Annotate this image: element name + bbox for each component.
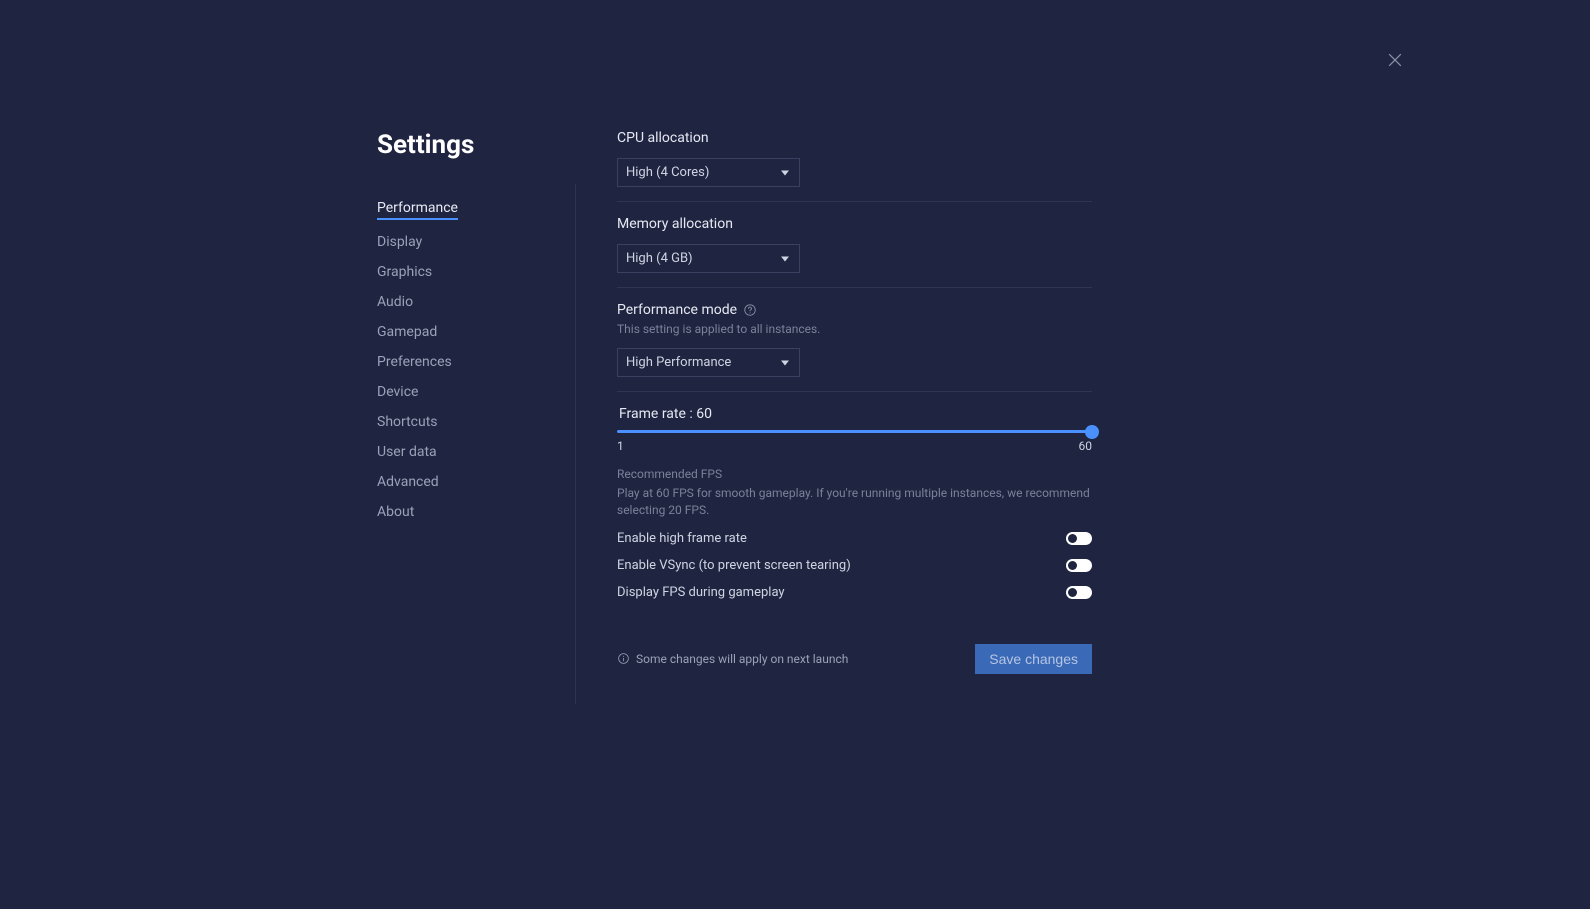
- frame-rate-label: Frame rate : 60: [619, 406, 1092, 422]
- vertical-divider: [575, 184, 576, 704]
- frame-rate-min: 1: [617, 439, 624, 453]
- enable-high-frame-rate-label: Enable high frame rate: [617, 531, 747, 546]
- memory-allocation-label: Memory allocation: [617, 216, 1092, 232]
- toggle-knob: [1068, 534, 1077, 543]
- memory-allocation-select[interactable]: High (4 GB): [617, 244, 800, 273]
- nav-item-advanced[interactable]: Advanced: [377, 474, 439, 490]
- enable-vsync-label: Enable VSync (to prevent screen tearing): [617, 558, 851, 573]
- nav-item-graphics[interactable]: Graphics: [377, 264, 432, 280]
- footer-note: Some changes will apply on next launch: [636, 652, 848, 666]
- cpu-allocation-select[interactable]: High (4 Cores): [617, 158, 800, 187]
- display-fps-label: Display FPS during gameplay: [617, 585, 785, 600]
- help-icon[interactable]: [743, 303, 757, 317]
- display-fps-toggle[interactable]: [1066, 586, 1092, 599]
- nav-item-gamepad[interactable]: Gamepad: [377, 324, 437, 340]
- recommended-fps-text: Play at 60 FPS for smooth gameplay. If y…: [617, 485, 1092, 519]
- chevron-down-icon: [781, 256, 789, 261]
- nav-item-user-data[interactable]: User data: [377, 444, 437, 460]
- info-icon: [617, 652, 630, 665]
- nav-item-shortcuts[interactable]: Shortcuts: [377, 414, 438, 430]
- toggle-knob: [1068, 588, 1077, 597]
- performance-mode-value: High Performance: [626, 355, 731, 370]
- cpu-allocation-value: High (4 Cores): [626, 165, 709, 180]
- memory-allocation-value: High (4 GB): [626, 251, 693, 266]
- frame-rate-max: 60: [1079, 439, 1093, 453]
- nav-item-device[interactable]: Device: [377, 384, 418, 400]
- toggle-knob: [1068, 561, 1077, 570]
- nav-item-about[interactable]: About: [377, 504, 414, 520]
- close-icon: [1385, 50, 1405, 70]
- nav-item-audio[interactable]: Audio: [377, 294, 413, 310]
- performance-mode-hint: This setting is applied to all instances…: [617, 322, 1092, 336]
- performance-mode-select[interactable]: High Performance: [617, 348, 800, 377]
- nav-item-preferences[interactable]: Preferences: [377, 354, 452, 370]
- close-button[interactable]: [1385, 50, 1405, 70]
- performance-mode-label: Performance mode: [617, 302, 737, 318]
- save-changes-button[interactable]: Save changes: [975, 644, 1092, 674]
- cpu-allocation-label: CPU allocation: [617, 130, 1092, 146]
- nav-item-display[interactable]: Display: [377, 234, 422, 250]
- chevron-down-icon: [781, 360, 789, 365]
- enable-vsync-toggle[interactable]: [1066, 559, 1092, 572]
- nav-item-performance[interactable]: Performance: [377, 200, 458, 220]
- page-title: Settings: [377, 130, 537, 160]
- frame-rate-slider[interactable]: [617, 430, 1092, 433]
- chevron-down-icon: [781, 170, 789, 175]
- recommended-fps-title: Recommended FPS: [617, 467, 1092, 481]
- enable-high-frame-rate-toggle[interactable]: [1066, 532, 1092, 545]
- slider-thumb[interactable]: [1085, 425, 1099, 439]
